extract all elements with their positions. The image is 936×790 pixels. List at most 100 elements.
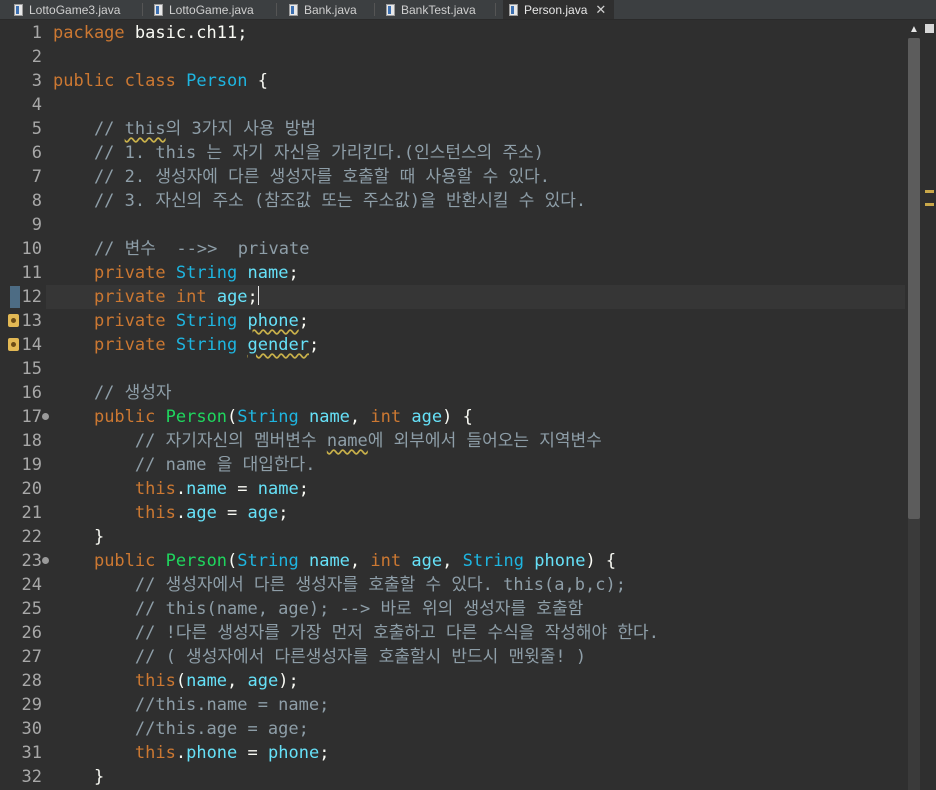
scrollbar-thumb[interactable] — [908, 38, 920, 519]
tab-lottogame[interactable]: LottoGame.java — [154, 0, 254, 19]
code-token: , — [349, 551, 371, 571]
line-number: 10 — [21, 239, 42, 259]
tab-lottogame3[interactable]: LottoGame3.java — [14, 0, 120, 19]
line-number: 12 — [21, 287, 42, 307]
code-text: // name 을 대입한다. — [53, 453, 316, 477]
code-line[interactable]: 5 // this의 3가지 사용 방법 — [0, 117, 905, 141]
code-token: , — [349, 407, 371, 427]
code-token: String — [462, 551, 524, 571]
line-number: 14 — [21, 335, 42, 355]
code-token: 에 외부에서 들어오는 지역변수 — [367, 431, 602, 451]
java-file-icon — [386, 3, 395, 16]
code-token: this — [124, 119, 166, 139]
scroll-up-arrow-icon[interactable]: ▲ — [908, 24, 920, 36]
code-line[interactable]: 15 — [0, 357, 905, 381]
code-token: this — [134, 671, 176, 691]
code-line[interactable]: 30 //this.age = age; — [0, 717, 905, 741]
code-token: , — [227, 671, 248, 691]
code-token: name — [326, 431, 368, 451]
code-text: private int age; — [53, 285, 259, 309]
code-line[interactable]: 1 package basic.ch11; — [0, 21, 905, 45]
code-line[interactable]: 25 // this(name, age); --> 바로 위의 생성자를 호출… — [0, 597, 905, 621]
code-editor[interactable]: 1 package basic.ch11; 2 3 public class Perso… — [0, 20, 905, 790]
code-line[interactable]: 19 // name 을 대입한다. — [0, 453, 905, 477]
code-line[interactable]: 28 this(name, age); — [0, 669, 905, 693]
code-line[interactable]: 14 private String gender; — [0, 333, 905, 357]
code-token: this — [134, 479, 176, 499]
code-line[interactable]: 11 private String name; — [0, 261, 905, 285]
code-line[interactable]: 17 public Person(String name, int age) { — [0, 405, 905, 429]
ruler-summary-icon — [925, 24, 934, 33]
java-file-icon — [509, 3, 518, 16]
warning-lightbulb-icon[interactable] — [8, 338, 19, 351]
code-line[interactable]: 20 this.name = name; — [0, 477, 905, 501]
code-token: = — [237, 743, 268, 763]
line-number: 7 — [31, 167, 42, 187]
code-token: int — [175, 287, 207, 307]
code-line[interactable]: 3 public class Person { — [0, 69, 905, 93]
code-line[interactable]: 12 private int age; — [0, 285, 905, 309]
code-text: this(name, age); — [53, 669, 299, 693]
line-number: 2 — [31, 47, 42, 67]
code-token: ; — [308, 335, 320, 355]
line-number: 19 — [21, 455, 42, 475]
code-token: int — [370, 407, 402, 427]
code-text: //this.age = age; — [53, 717, 309, 741]
code-token: ; — [288, 263, 299, 283]
code-text: package basic.ch11; — [53, 21, 247, 45]
close-tab-icon[interactable]: ✕ — [595, 2, 606, 18]
warning-marker[interactable] — [925, 190, 934, 193]
code-token: public — [93, 407, 156, 427]
java-file-icon — [154, 3, 163, 16]
code-line[interactable]: 16 // 생성자 — [0, 381, 905, 405]
code-token: . — [175, 479, 187, 499]
code-line[interactable]: 26 // !다른 생성자를 가장 먼저 호출하고 다른 수식을 작성해야 한다… — [0, 621, 905, 645]
tab-bank[interactable]: Bank.java — [289, 0, 357, 19]
code-line[interactable]: 32 } — [0, 765, 905, 789]
java-file-icon — [289, 3, 298, 16]
overview-ruler: ▲ — [905, 20, 936, 790]
code-token: } — [53, 767, 105, 787]
line-number: 17 — [21, 407, 42, 427]
code-line[interactable]: 2 — [0, 45, 905, 69]
code-line[interactable]: 31 this.phone = phone; — [0, 741, 905, 765]
code-line[interactable]: 29 //this.name = name; — [0, 693, 905, 717]
code-line[interactable]: 21 this.age = age; — [0, 501, 905, 525]
code-line[interactable]: 27 // ( 생성자에서 다른생성자를 호출할시 반드시 맨윗줄! ) — [0, 645, 905, 669]
warning-lightbulb-icon[interactable] — [8, 314, 19, 327]
code-line[interactable]: 22 } — [0, 525, 905, 549]
code-line[interactable]: 13 private String phone; — [0, 309, 905, 333]
tab-label: BankTest.java — [401, 2, 476, 17]
code-line[interactable]: 18 // 자기자신의 멤버변수 name에 외부에서 들어오는 지역변수 — [0, 429, 905, 453]
tab-banktest[interactable]: BankTest.java — [386, 0, 476, 19]
code-token: { — [247, 71, 269, 91]
code-line[interactable]: 6 // 1. this 는 자기 자신을 가리킨다.(인스턴스의 주소) — [0, 141, 905, 165]
code-token: // — [53, 119, 125, 139]
fold-toggle-icon[interactable] — [42, 413, 49, 420]
code-token: age — [411, 407, 443, 427]
code-line[interactable]: 23 public Person(String name, int age, S… — [0, 549, 905, 573]
code-token: ( — [175, 671, 187, 691]
code-line[interactable]: 9 — [0, 213, 905, 237]
code-line[interactable]: 24 // 생성자에서 다른 생성자를 호출할 수 있다. this(a,b,c… — [0, 573, 905, 597]
warning-marker[interactable] — [925, 203, 934, 206]
code-line[interactable]: 7 // 2. 생성자에 다른 생성자를 호출할 때 사용할 수 있다. — [0, 165, 905, 189]
tab-label: Bank.java — [304, 2, 357, 17]
code-line[interactable]: 4 — [0, 93, 905, 117]
code-line[interactable]: 10 // 변수 -->> private — [0, 237, 905, 261]
line-number: 28 — [21, 671, 42, 691]
line-number: 32 — [21, 767, 42, 787]
code-line[interactable]: 8 // 3. 자신의 주소 (참조값 또는 주소값)을 반환시킬 수 있다. — [0, 189, 905, 213]
tab-person[interactable]: Person.java ✕ — [503, 0, 615, 19]
fold-toggle-icon[interactable] — [42, 557, 49, 564]
text-caret — [257, 286, 259, 305]
